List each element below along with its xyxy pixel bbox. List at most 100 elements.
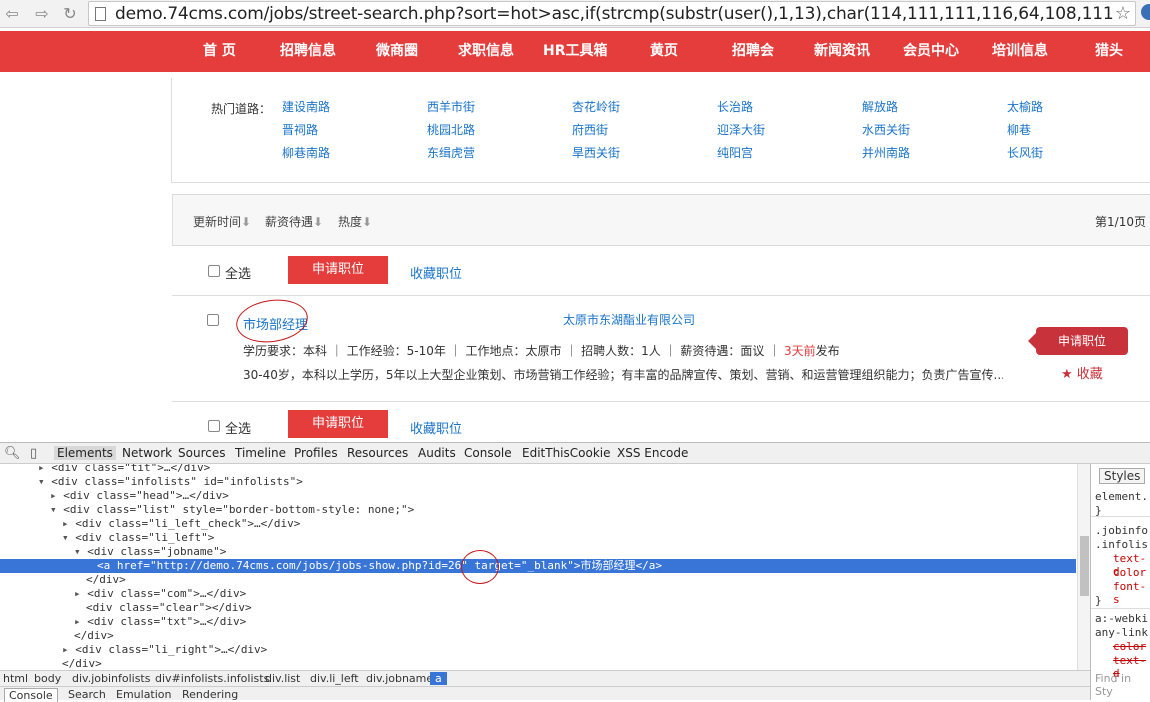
find-in-styles-input[interactable]: Find in Sty (1095, 672, 1150, 698)
tab-network[interactable]: Network (122, 446, 172, 460)
select-all-checkbox[interactable] (208, 420, 220, 432)
crumb-active[interactable]: a (430, 672, 447, 685)
browser-toolbar: ⇦ ⇨ ↻ demo.74cms.com/jobs/street-search.… (0, 0, 1150, 28)
style-rule: } (1095, 594, 1102, 607)
street-link[interactable]: 柳巷南路 (282, 144, 330, 161)
reload-button[interactable]: ↻ (58, 3, 82, 25)
street-link[interactable]: 晋祠路 (282, 121, 318, 138)
tab-sources[interactable]: Sources (178, 446, 225, 460)
tab-elements[interactable]: Elements (54, 446, 116, 460)
tab-profiles[interactable]: Profiles (294, 446, 338, 460)
url-text[interactable]: demo.74cms.com/jobs/street-search.php?so… (115, 4, 1115, 24)
drawer-tabs: Console Search Emulation Rendering (0, 686, 1090, 702)
back-button[interactable]: ⇦ (0, 3, 24, 25)
tab-audits[interactable]: Audits (418, 446, 456, 460)
nav-training[interactable]: 培训信息 (992, 31, 1048, 72)
crumb[interactable]: div.jobinfolists (72, 672, 150, 685)
tab-resources[interactable]: Resources (347, 446, 408, 460)
street-link[interactable]: 迎泽大街 (717, 121, 765, 138)
dom-node[interactable]: ▾ <div class="li_left"> (0, 531, 1076, 545)
device-mode-icon[interactable]: ▯ (30, 446, 37, 461)
dom-node[interactable]: ▸ <div class="txt">…</div> (0, 615, 1076, 629)
street-link[interactable]: 杏花岭街 (572, 98, 620, 115)
tab-xss-encode[interactable]: XSS Encode (617, 446, 688, 460)
dom-node[interactable]: </div> (0, 629, 1076, 643)
extension-icon[interactable] (1141, 4, 1150, 20)
tab-timeline[interactable]: Timeline (235, 446, 286, 460)
company-link[interactable]: 太原市东湖酯业有限公司 (563, 311, 695, 328)
dom-node[interactable]: ▾ <div class="jobname"> (0, 545, 1076, 559)
street-link[interactable]: 桃园北路 (427, 121, 475, 138)
dom-node-selected[interactable]: <a href="http://demo.74cms.com/jobs/jobs… (0, 559, 1076, 573)
street-link[interactable]: 解放路 (862, 98, 898, 115)
select-all-checkbox[interactable] (208, 265, 220, 277)
street-link[interactable]: 西羊市街 (427, 98, 475, 115)
dom-node[interactable]: ▸ <div class="tit">…</div> (0, 464, 1076, 475)
crumb[interactable]: body (34, 672, 61, 685)
dom-node[interactable]: ▸ <div class="com">…</div> (0, 587, 1076, 601)
dom-tree[interactable]: ▸ <div class="tit">…</div> ▾ <div class=… (0, 464, 1090, 670)
street-link[interactable]: 府西街 (572, 121, 608, 138)
drawer-tab-search[interactable]: Search (68, 688, 106, 701)
nav-hr-tools[interactable]: HR工具箱 (543, 31, 608, 72)
tab-styles[interactable]: Styles (1099, 468, 1146, 484)
street-link[interactable]: 并州南路 (862, 144, 910, 161)
street-link[interactable]: 水西关街 (862, 121, 910, 138)
street-link[interactable]: 太榆路 (1007, 98, 1043, 115)
dom-node[interactable]: ▾ <div class="list" style="border-bottom… (0, 503, 1076, 517)
nav-headhunter[interactable]: 猎头 (1095, 31, 1123, 72)
job-checkbox[interactable] (207, 314, 219, 326)
crumb[interactable]: html (3, 672, 28, 685)
tab-editthiscookie[interactable]: EditThisCookie (522, 446, 611, 460)
nav-yellow-pages[interactable]: 黄页 (650, 31, 678, 72)
street-link[interactable]: 柳巷 (1007, 121, 1031, 138)
star-icon: ★ (1061, 367, 1073, 382)
street-link[interactable]: 长风街 (1007, 144, 1043, 161)
select-all-label: 全选 (225, 267, 252, 282)
street-link[interactable]: 东缉虎营 (427, 144, 475, 161)
street-link[interactable]: 纯阳宫 (717, 144, 753, 161)
nav-job-fairs[interactable]: 招聘会 (732, 31, 774, 72)
nav-news[interactable]: 新闻资讯 (814, 31, 870, 72)
drawer-tab-rendering[interactable]: Rendering (182, 688, 238, 701)
dom-node[interactable]: ▸ <div class="li_right">…</div> (0, 643, 1076, 657)
annotation-circle (461, 550, 499, 584)
dom-node[interactable]: </div> (0, 657, 1076, 670)
scrollbar-thumb[interactable] (1080, 536, 1089, 596)
sort-label: 薪资待遇 (265, 215, 314, 229)
dom-node[interactable]: ▸ <div class="li_left_check">…</div> (0, 517, 1076, 531)
bookmark-star-icon[interactable]: ☆ (1115, 3, 1131, 24)
apply-jobs-button[interactable]: 申请职位 (288, 410, 388, 438)
dom-node[interactable]: <div class="clear"></div> (0, 601, 1076, 615)
nav-wechat-circle[interactable]: 微商圈 (376, 31, 418, 72)
nav-jobs[interactable]: 招聘信息 (280, 31, 336, 72)
sort-popularity[interactable]: 热度⬇ (338, 213, 372, 230)
favorite-job-link[interactable]: ★ 收藏 (1061, 363, 1103, 382)
crumb[interactable]: div#infolists.infolists (155, 672, 269, 685)
crumb[interactable]: div.li_left (310, 672, 359, 685)
address-bar[interactable]: demo.74cms.com/jobs/street-search.php?so… (88, 1, 1136, 26)
crumb[interactable]: div.jobname (366, 672, 433, 685)
street-link[interactable]: 建设南路 (282, 98, 330, 115)
apply-jobs-button[interactable]: 申请职位 (288, 256, 388, 284)
nav-member-center[interactable]: 会员中心 (903, 31, 959, 72)
favorite-jobs-link[interactable]: 收藏职位 (410, 263, 462, 282)
drawer-tab-emulation[interactable]: Emulation (116, 688, 172, 701)
dom-node[interactable]: </div> (0, 573, 1076, 587)
forward-button[interactable]: ⇨ (30, 3, 54, 25)
dom-node[interactable]: ▾ <div class="infolists" id="infolists"> (0, 475, 1076, 489)
crumb[interactable]: div.list (265, 672, 300, 685)
street-link[interactable]: 旱西关街 (572, 144, 620, 161)
inspect-icon[interactable]: 🔍︎ (4, 446, 21, 461)
nav-home[interactable]: 首 页 (203, 31, 236, 72)
dom-scrollbar[interactable] (1077, 464, 1090, 670)
nav-resumes[interactable]: 求职信息 (458, 31, 514, 72)
street-link[interactable]: 长治路 (717, 98, 753, 115)
sort-update-time[interactable]: 更新时间⬇ (193, 213, 251, 230)
sort-salary[interactable]: 薪资待遇⬇ (265, 213, 323, 230)
favorite-jobs-link[interactable]: 收藏职位 (410, 418, 462, 437)
tab-console[interactable]: Console (464, 446, 512, 460)
dom-node[interactable]: ▸ <div class="head">…</div> (0, 489, 1076, 503)
sort-label: 热度 (338, 215, 363, 229)
apply-job-button[interactable]: 申请职位 (1028, 327, 1128, 355)
